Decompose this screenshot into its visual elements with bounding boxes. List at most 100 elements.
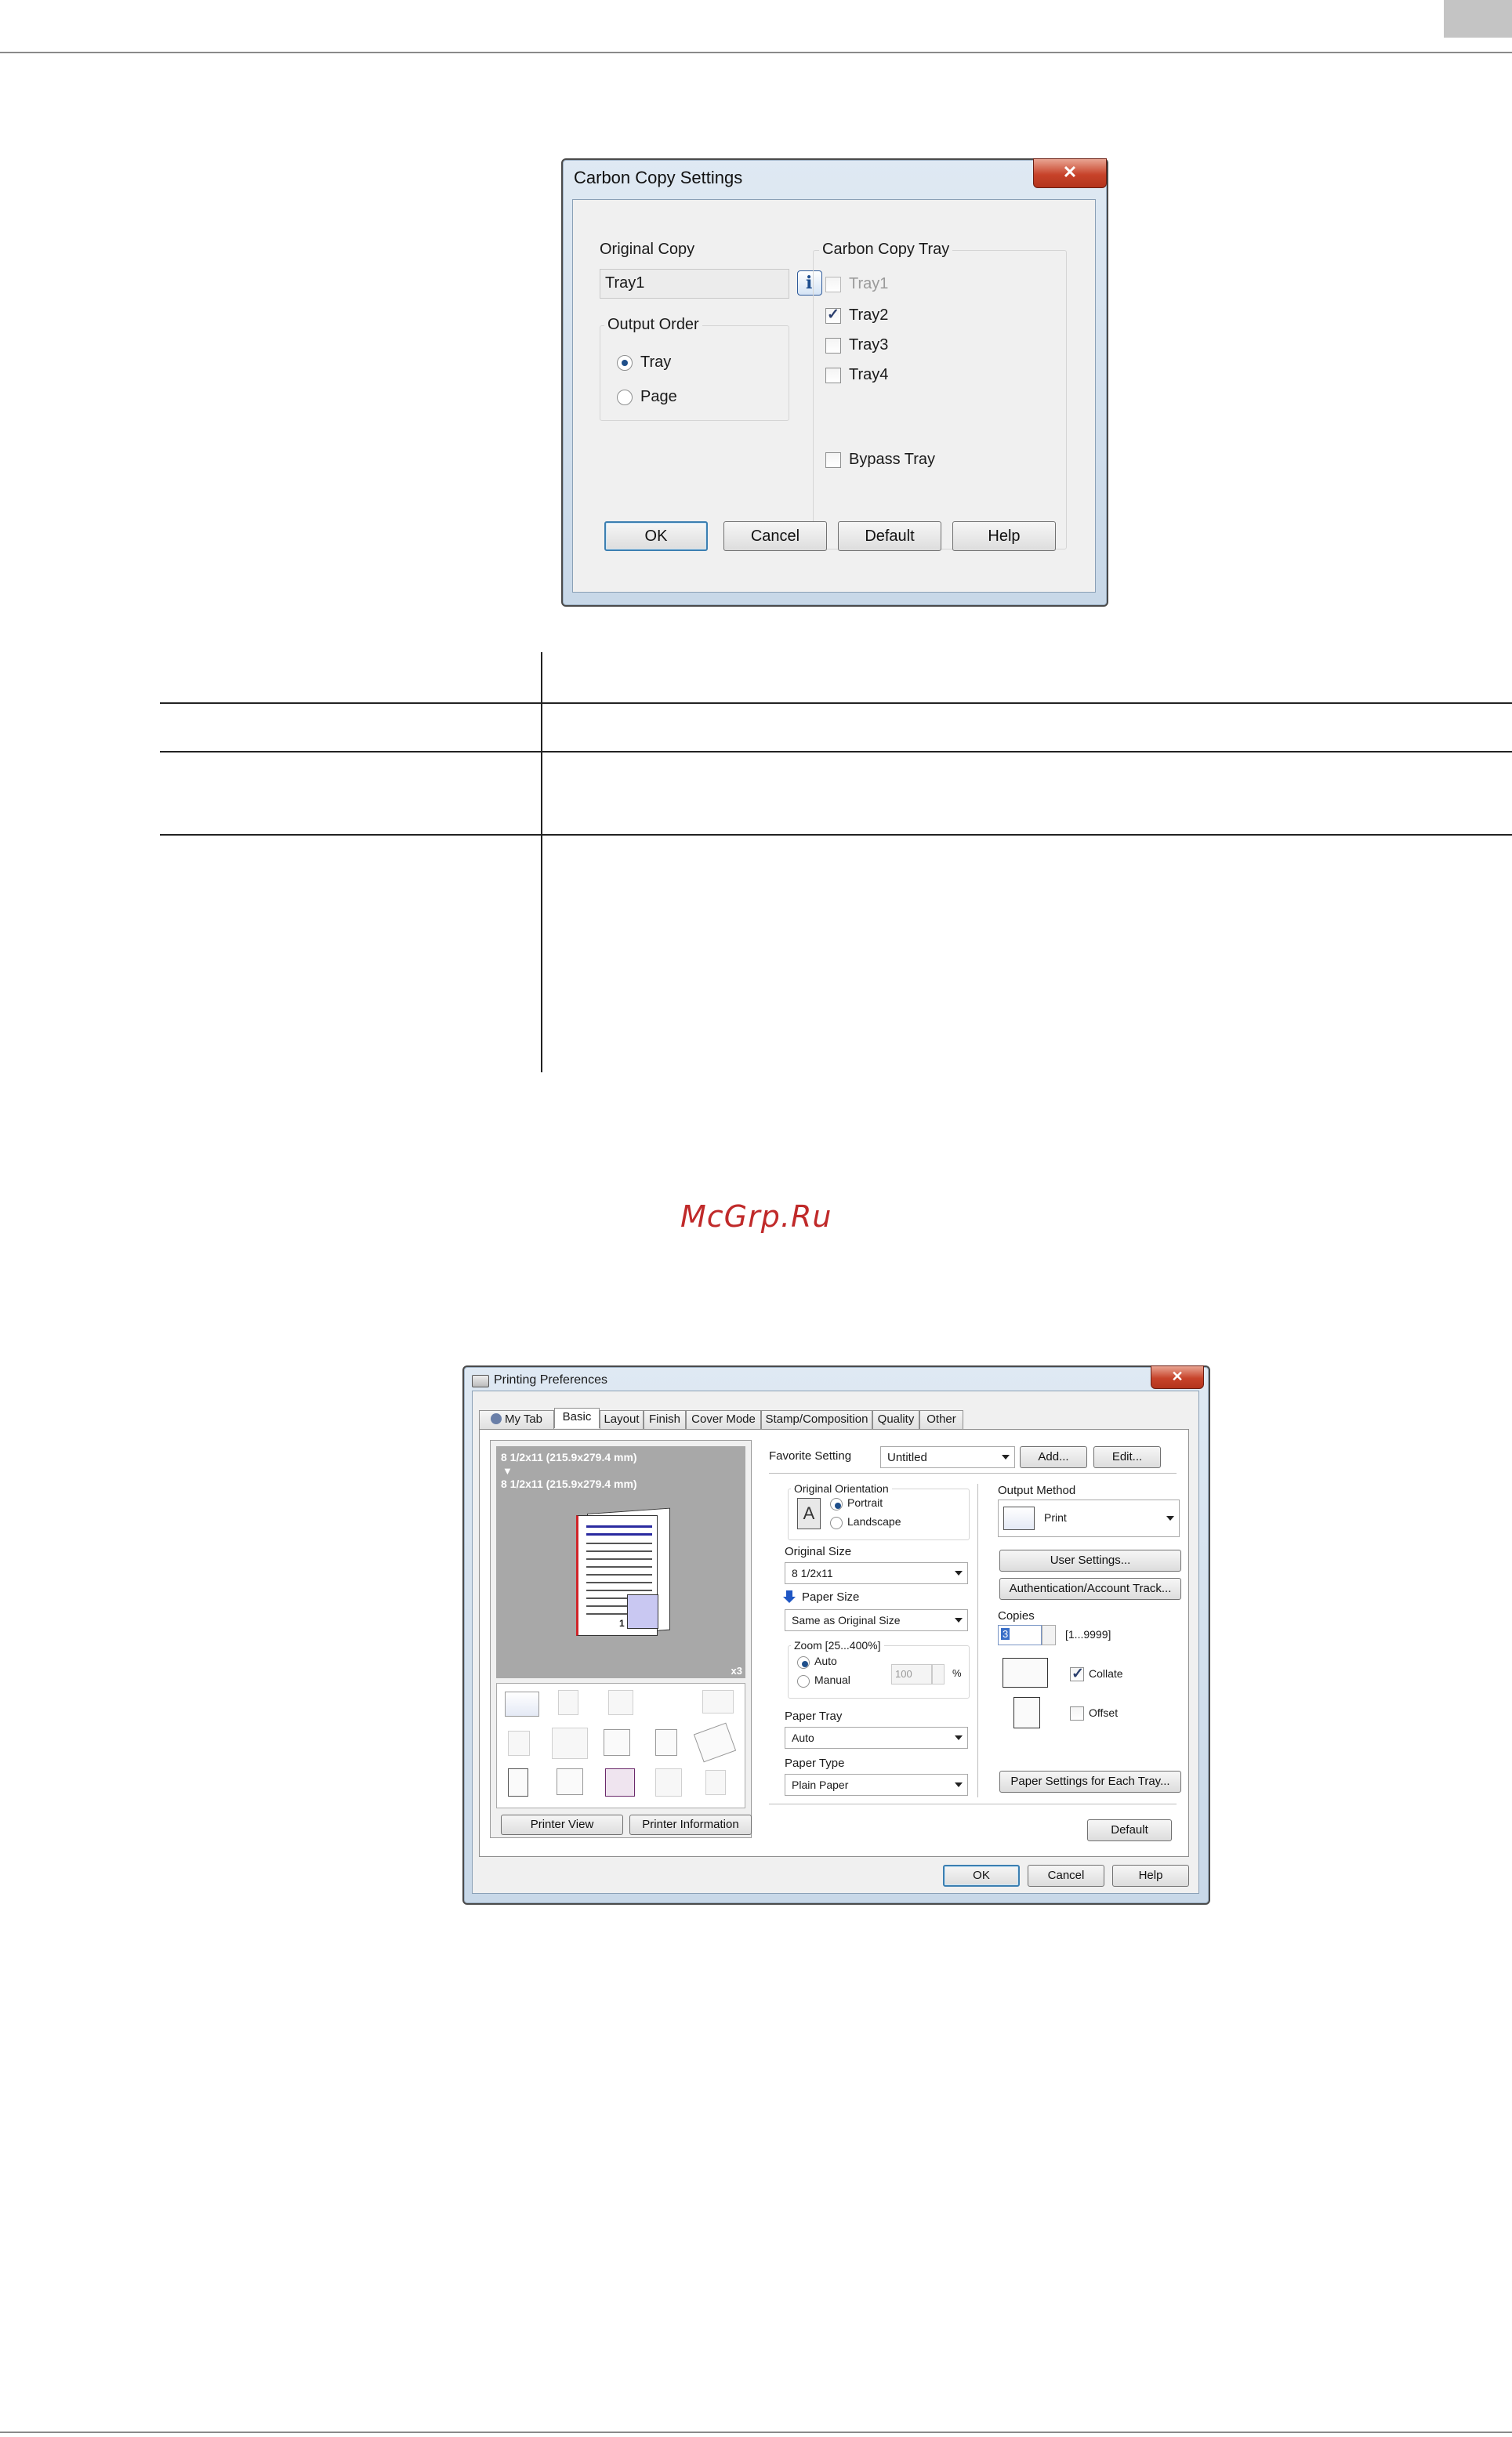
zoom-label: Zoom [25...400%]	[791, 1639, 884, 1652]
tab-cover-mode[interactable]: Cover Mode	[686, 1410, 761, 1429]
paper-size-label: Paper Size	[802, 1590, 860, 1604]
page-line	[586, 1543, 652, 1544]
copies-value: 3	[1001, 1628, 1010, 1640]
original-copy-label: Original Copy	[600, 241, 695, 258]
copies-input[interactable]: 3	[998, 1625, 1042, 1645]
copies-range: [1...9999]	[1065, 1628, 1111, 1641]
paper-settings-each-tray-button[interactable]: Paper Settings for Each Tray...	[999, 1771, 1181, 1793]
zoom-auto-label: Auto	[814, 1655, 837, 1667]
paper-type-label: Paper Type	[785, 1757, 845, 1770]
page-number: 1	[619, 1618, 625, 1629]
tab-stamp-composition[interactable]: Stamp/Composition	[761, 1410, 872, 1429]
tab-layout[interactable]: Layout	[600, 1410, 644, 1429]
tab-quality[interactable]: Quality	[872, 1410, 919, 1429]
page-corner-tab	[1444, 0, 1512, 38]
close-button[interactable]: ✕	[1151, 1365, 1204, 1389]
landscape-radio[interactable]	[830, 1517, 843, 1529]
ok-button[interactable]: OK	[943, 1865, 1020, 1887]
tab-my-tab[interactable]: My Tab	[479, 1410, 554, 1429]
chevron-down-icon	[1002, 1455, 1010, 1460]
chevron-down-icon	[955, 1571, 963, 1576]
default-button[interactable]: Default	[838, 521, 941, 551]
tray1-checkbox	[825, 277, 841, 292]
chevron-down-icon	[955, 1782, 963, 1787]
output-order-page-radio[interactable]	[617, 390, 633, 405]
paper-tray-select[interactable]: Auto	[785, 1727, 968, 1749]
down-arrow-tip-icon	[783, 1597, 796, 1603]
secure-print-icon	[693, 1722, 737, 1763]
user-settings-button[interactable]: User Settings...	[999, 1550, 1181, 1572]
paper-type-select[interactable]: Plain Paper	[785, 1774, 968, 1796]
function-icon-grid	[496, 1683, 745, 1808]
table-header-rule	[160, 702, 1512, 704]
cancel-button[interactable]: Cancel	[723, 521, 827, 551]
page-line	[586, 1574, 652, 1576]
page-line	[586, 1550, 652, 1552]
paper-type-value: Plain Paper	[792, 1779, 849, 1791]
paper-size-select[interactable]: Same as Original Size	[785, 1609, 968, 1631]
copies-stepper[interactable]	[1042, 1625, 1056, 1645]
tray3-label: Tray3	[849, 336, 889, 354]
text-a-icon	[604, 1729, 630, 1756]
favorite-divider	[769, 1473, 1177, 1474]
collate-checkbox[interactable]	[1070, 1665, 1084, 1683]
zoom-manual-label: Manual	[814, 1674, 850, 1686]
output-method-value: Print	[1044, 1511, 1067, 1524]
authentication-account-track-button[interactable]: Authentication/Account Track...	[999, 1578, 1181, 1600]
original-orientation-label: Original Orientation	[791, 1482, 892, 1495]
tab-other[interactable]: Other	[919, 1410, 963, 1429]
favorite-setting-label: Favorite Setting	[769, 1449, 852, 1463]
zoom-manual-radio[interactable]	[797, 1675, 810, 1688]
output-order-page-label: Page	[640, 388, 677, 405]
original-size-select[interactable]: 8 1/2x11	[785, 1562, 968, 1584]
cancel-button[interactable]: Cancel	[1028, 1865, 1104, 1887]
tab-strip: My Tab Basic Layout Finish Cover Mode St…	[479, 1408, 1184, 1429]
close-button[interactable]: ✕	[1033, 158, 1107, 188]
output-order-group	[600, 325, 789, 421]
page-fold	[627, 1594, 658, 1629]
output-method-select[interactable]: Print	[998, 1500, 1180, 1537]
combine-icon	[508, 1731, 530, 1756]
output-print-icon[interactable]	[505, 1692, 539, 1717]
staple-icon	[558, 1690, 578, 1715]
tab-finish[interactable]: Finish	[644, 1410, 686, 1429]
page-front: 1	[576, 1515, 658, 1636]
page-line	[586, 1558, 652, 1560]
info-glyph: i	[806, 273, 813, 293]
table-row-rule	[160, 751, 1512, 752]
help-button[interactable]: Help	[1112, 1865, 1189, 1887]
collate-icon	[1003, 1658, 1048, 1688]
add-button[interactable]: Add...	[1020, 1446, 1087, 1468]
table-row-rule	[160, 834, 1512, 836]
tab-label: My Tab	[504, 1413, 543, 1426]
tray2-checkbox[interactable]	[825, 306, 841, 324]
tab-basic[interactable]: Basic	[554, 1408, 600, 1428]
footer-rule	[0, 2432, 1512, 2433]
output-order-tray-radio[interactable]	[617, 355, 633, 371]
chevron-down-icon	[955, 1735, 963, 1740]
overlay-icon	[705, 1770, 726, 1795]
bypass-tray-checkbox[interactable]	[825, 452, 841, 468]
portrait-radio[interactable]	[830, 1498, 843, 1510]
offset-checkbox[interactable]	[1070, 1706, 1084, 1721]
preview-output-size: 8 1/2x11 (215.9x279.4 mm)	[501, 1478, 637, 1490]
portrait-label: Portrait	[847, 1496, 883, 1509]
carbon-copy-tray-group	[813, 250, 1067, 549]
copies-badge: x3	[731, 1665, 742, 1677]
default-button[interactable]: Default	[1087, 1819, 1172, 1841]
help-button[interactable]: Help	[952, 521, 1056, 551]
tray4-checkbox[interactable]	[825, 368, 841, 383]
bypass-tray-label: Bypass Tray	[849, 451, 936, 468]
favorite-setting-value: Untitled	[887, 1451, 927, 1464]
zoom-auto-radio[interactable]	[797, 1656, 810, 1669]
printer-icon	[472, 1375, 489, 1387]
favorite-setting-select[interactable]: Untitled	[880, 1446, 1015, 1468]
ok-button[interactable]: OK	[604, 521, 708, 551]
tray3-checkbox[interactable]	[825, 338, 841, 354]
printing-preferences-dialog: Printing Preferences ✕ My Tab Basic Layo…	[462, 1365, 1210, 1905]
page-illustration: 1	[576, 1507, 670, 1636]
edit-button[interactable]: Edit...	[1093, 1446, 1161, 1468]
printer-view-button[interactable]: Printer View	[501, 1815, 623, 1835]
printer-information-button[interactable]: Printer Information	[629, 1815, 752, 1835]
page-line	[586, 1605, 633, 1607]
